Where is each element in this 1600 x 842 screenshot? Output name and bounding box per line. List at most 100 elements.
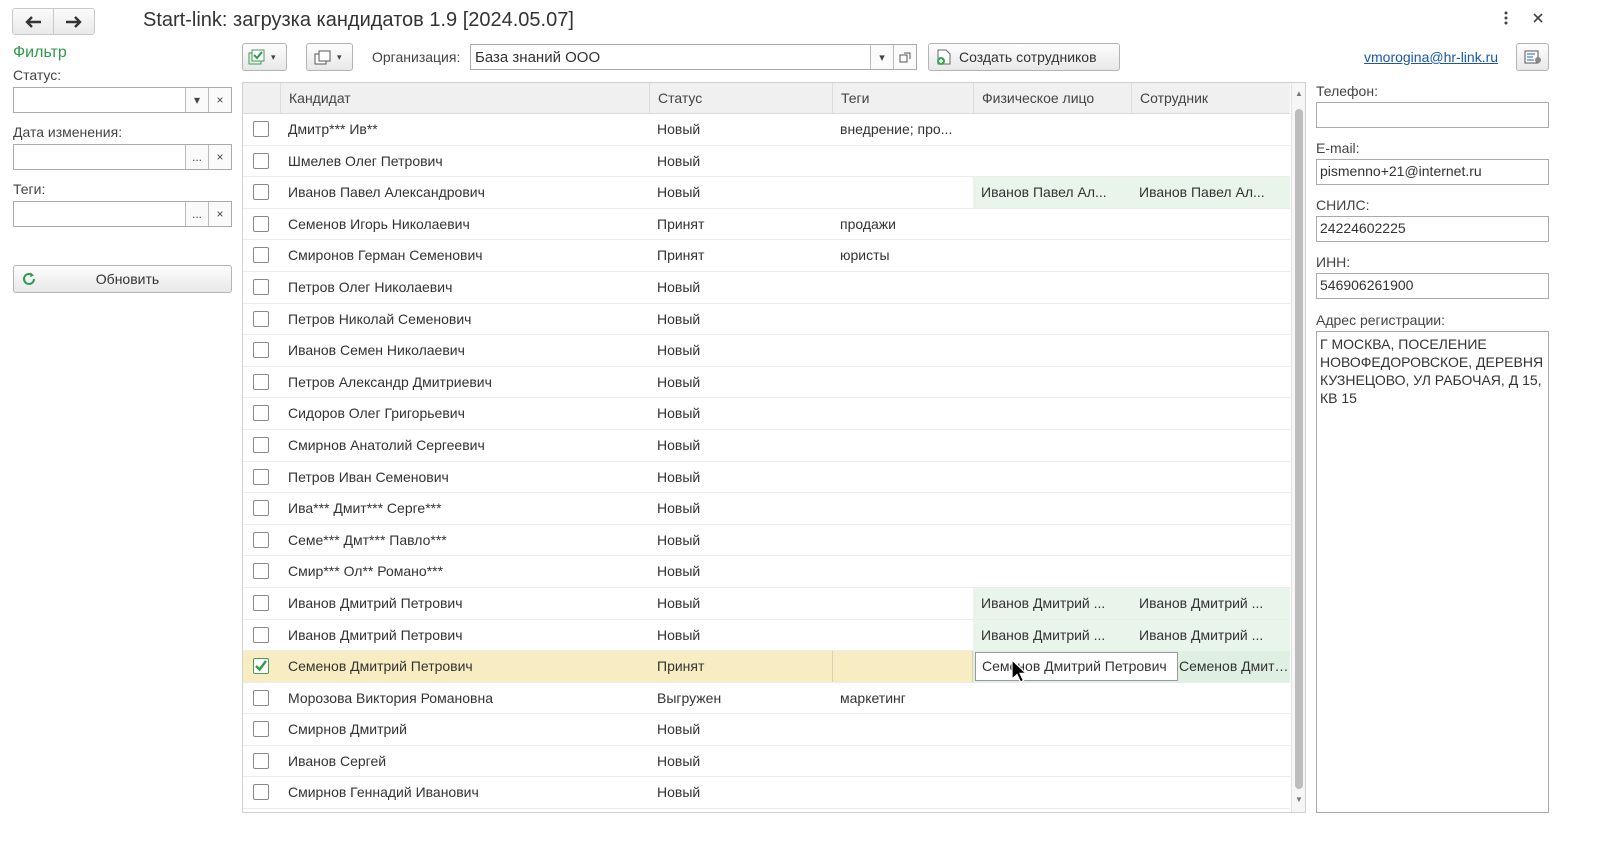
cell-status[interactable]: Новый [649, 462, 832, 493]
cell-tags[interactable] [832, 777, 973, 808]
cell-employee[interactable] [1131, 556, 1290, 587]
cell-person[interactable] [973, 430, 1131, 461]
table-row[interactable]: Смирнов Геннадий Иванович Новый [243, 777, 1290, 810]
cell-candidate[interactable]: Иванов Семен Николаевич [280, 335, 649, 366]
row-checkbox[interactable] [253, 468, 269, 485]
cell-tags[interactable] [832, 398, 973, 429]
forward-button[interactable] [53, 9, 94, 34]
table-row[interactable]: Смиронов Герман Семенович Принят юристы [243, 240, 1290, 272]
row-checkbox[interactable] [253, 152, 269, 169]
cell-status[interactable]: Новый [649, 114, 832, 145]
cell-person[interactable]: Иванов Дмитрий ... [973, 619, 1131, 651]
scroll-up-icon[interactable]: ▲ [1295, 89, 1303, 98]
cell-employee[interactable] [1131, 714, 1290, 745]
row-checkbox[interactable] [253, 531, 269, 548]
scroll-down-icon[interactable]: ▼ [1295, 795, 1303, 804]
cell-employee[interactable]: Иванов Дмитрий ... [1131, 587, 1290, 619]
close-window-button[interactable] [1532, 10, 1544, 31]
date-filter-clear-button[interactable]: × [208, 145, 231, 169]
cell-person[interactable] [973, 398, 1131, 429]
cell-employee[interactable] [1131, 746, 1290, 777]
table-row[interactable]: Петров Иван Семенович Новый [243, 462, 1290, 494]
cell-employee[interactable] [1131, 335, 1290, 366]
table-row[interactable]: Семенов Дмитрий Петрович Принят Семенов Дм… [243, 651, 1290, 683]
cell-status[interactable]: Новый [649, 146, 832, 177]
table-row[interactable]: Семенов Игорь Николаевич Принят продажи [243, 209, 1290, 241]
cell-tags[interactable] [832, 177, 973, 208]
table-row[interactable]: Смир*** Ол** Романо*** Новый [243, 556, 1290, 588]
column-header-candidate[interactable]: Кандидат [280, 83, 649, 114]
column-header-check[interactable] [243, 83, 280, 114]
tags-filter-input[interactable] [14, 202, 185, 226]
cell-candidate[interactable]: Иванов Дмитрий Петрович [280, 620, 649, 651]
row-checkbox[interactable] [253, 752, 269, 769]
cell-employee[interactable] [1131, 272, 1290, 303]
cell-person[interactable] [973, 146, 1131, 177]
table-row[interactable]: Сидоров Олег Григорьевич Новый [243, 398, 1290, 430]
column-header-person[interactable]: Физическое лицо [973, 83, 1131, 114]
cell-tags[interactable] [832, 335, 973, 366]
cell-candidate[interactable]: Морозова Виктория Романовна [280, 683, 649, 714]
cell-status[interactable]: Новый [649, 430, 832, 461]
cell-status[interactable]: Новый [649, 367, 832, 398]
table-row[interactable]: Ива*** Дмит*** Серге*** Новый [243, 493, 1290, 525]
cell-employee[interactable] [1131, 209, 1290, 240]
cell-tags[interactable]: продажи [832, 209, 973, 240]
cell-person[interactable] [973, 240, 1131, 271]
cell-candidate[interactable]: Петров Иван Семенович [280, 462, 649, 493]
cell-status[interactable]: Новый [649, 398, 832, 429]
cell-person[interactable] [973, 556, 1131, 587]
check-all-button[interactable]: ▾ [242, 43, 287, 71]
table-row[interactable]: Семе*** Дмт*** Павло*** Новый [243, 525, 1290, 557]
address-field[interactable]: Г МОСКВА, ПОСЕЛЕНИЕ НОВОФЕДОРОВСКОЕ, ДЕР… [1316, 331, 1549, 813]
cell-candidate[interactable]: Сидоров Олег Григорьевич [280, 398, 649, 429]
cell-tags[interactable] [832, 714, 973, 745]
cell-employee[interactable]: Иванов Дмитрий ... [1131, 619, 1290, 651]
cell-candidate[interactable]: Смир*** Ол** Романо*** [280, 556, 649, 587]
cell-employee[interactable] [1131, 146, 1290, 177]
row-checkbox[interactable] [253, 626, 269, 643]
cell-candidate[interactable]: Семе*** Дмт*** Павло*** [280, 525, 649, 556]
cell-tags[interactable] [832, 493, 973, 524]
create-employees-button[interactable]: Создать сотрудников [928, 43, 1120, 71]
cell-person[interactable] [973, 209, 1131, 240]
cell-candidate[interactable]: Петров Александр Дмитриевич [280, 367, 649, 398]
row-checkbox[interactable] [253, 215, 269, 232]
cell-candidate[interactable]: Шмелев Олег Петрович [280, 146, 649, 177]
date-filter-input[interactable] [14, 145, 185, 169]
cell-status[interactable]: Принят [649, 209, 832, 240]
cell-tags[interactable] [832, 367, 973, 398]
cell-status[interactable]: Новый [649, 272, 832, 303]
row-checkbox[interactable] [253, 689, 269, 706]
row-checkbox[interactable] [253, 247, 269, 264]
cell-candidate[interactable]: Семенов Игорь Николаевич [280, 209, 649, 240]
row-checkbox[interactable] [253, 658, 269, 675]
table-row[interactable]: Шмелев Олег Петрович Новый [243, 146, 1290, 178]
row-checkbox[interactable] [253, 721, 269, 738]
cell-tags[interactable] [832, 588, 973, 619]
row-checkbox[interactable] [253, 594, 269, 611]
column-header-status[interactable]: Статус [649, 83, 832, 114]
cell-candidate[interactable]: Петров Николай Семенович [280, 304, 649, 335]
back-button[interactable] [13, 9, 53, 34]
refresh-button[interactable]: Обновить [13, 265, 232, 293]
cell-status[interactable]: Выгружен [649, 683, 832, 714]
row-checkbox[interactable] [253, 184, 269, 201]
person-cell-editor[interactable]: Семенов Дмитрий Петрович [975, 652, 1178, 682]
cell-employee[interactable] [1131, 304, 1290, 335]
cell-employee[interactable] [1131, 493, 1290, 524]
row-checkbox[interactable] [253, 310, 269, 327]
cell-person[interactable] [973, 367, 1131, 398]
cell-person[interactable] [973, 714, 1131, 745]
cell-status[interactable]: Новый [649, 588, 832, 619]
cell-employee[interactable] [1131, 462, 1290, 493]
table-row[interactable]: Смирнов Анатолий Сергеевич Новый [243, 430, 1290, 462]
scrollbar-thumb[interactable] [1295, 109, 1303, 789]
cell-person[interactable] [973, 462, 1131, 493]
cell-employee[interactable]: Иванов Павел Ал... [1131, 177, 1290, 209]
cell-status[interactable]: Принят [649, 240, 832, 271]
table-row[interactable]: Морозова Виктория Романовна Выгружен марке… [243, 683, 1290, 715]
cell-status[interactable]: Новый [649, 746, 832, 777]
cell-candidate[interactable]: Смирнов Геннадий Иванович [280, 777, 649, 808]
copy-button[interactable]: ▾ [306, 43, 353, 71]
